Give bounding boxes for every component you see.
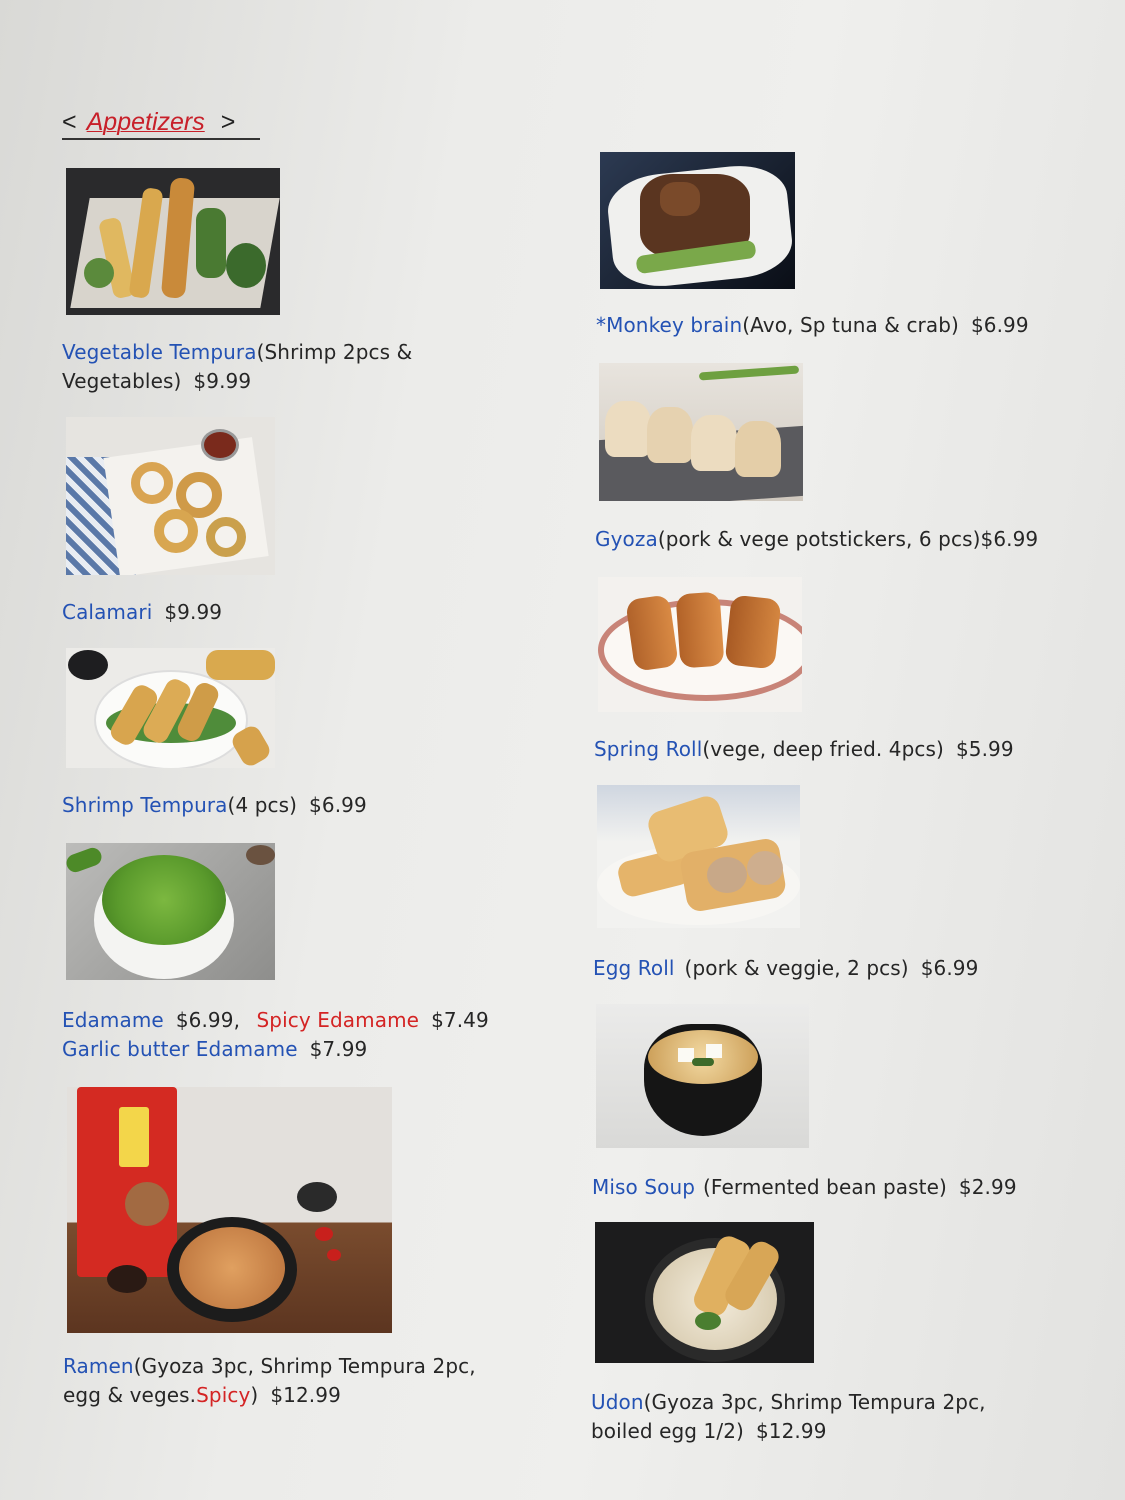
spring-roll-caption: Spring Roll(vege, deep fried. 4pcs) $5.99 xyxy=(594,735,1014,764)
item-description-line2: Vegetables) xyxy=(62,369,182,393)
vegetable-tempura-photo xyxy=(66,168,280,315)
calamari-photo xyxy=(66,417,275,575)
item-description-line2: boiled egg 1/2) xyxy=(591,1419,744,1443)
udon-photo xyxy=(595,1222,814,1363)
item-description-line2: egg & veges. xyxy=(63,1383,197,1407)
item-description: (Avo, Sp tuna & crab) xyxy=(742,313,959,337)
item-name: Gyoza xyxy=(595,527,658,551)
item-name: Shrimp Tempura xyxy=(62,793,228,817)
item-name: Vegetable Tempura xyxy=(62,340,257,364)
item-description: (vege, deep fried. 4pcs) xyxy=(702,737,944,761)
item-name: Egg Roll xyxy=(593,956,675,980)
item-name: Calamari xyxy=(62,600,153,624)
item-description: (Gyoza 3pc, Shrimp Tempura 2pc, xyxy=(643,1390,986,1414)
gyoza-photo xyxy=(599,363,803,501)
garlic-variant-price: $7.99 xyxy=(309,1037,368,1061)
item-name: *Monkey brain xyxy=(596,313,743,337)
ramen-photo xyxy=(67,1087,392,1333)
item-price: $6.99 xyxy=(920,956,979,980)
section-header: < Appetizers > xyxy=(62,106,260,140)
gyoza-caption: Gyoza(pork & vege potstickers, 6 pcs)$6.… xyxy=(595,525,1038,554)
item-description: (pork & vege potstickers, 6 pcs) xyxy=(657,527,981,551)
item-name: Ramen xyxy=(63,1354,134,1378)
item-description: (Gyoza 3pc, Shrimp Tempura 2pc, xyxy=(133,1354,476,1378)
item-price: $9.99 xyxy=(164,600,223,624)
spicy-variant-price: $7.49 xyxy=(431,1008,489,1032)
item-price: $6.99 xyxy=(980,527,1039,551)
egg-roll-photo xyxy=(597,785,800,928)
garlic-variant-name: Garlic butter Edamame xyxy=(62,1037,298,1061)
item-price: $5.99 xyxy=(955,737,1014,761)
item-price: $6.99 xyxy=(309,793,367,817)
item-name: Edamame xyxy=(62,1008,164,1032)
udon-caption: Udon(Gyoza 3pc, Shrimp Tempura 2pc, boil… xyxy=(591,1388,986,1446)
spring-roll-photo xyxy=(598,577,802,712)
item-price: $6.99 xyxy=(970,313,1029,337)
calamari-caption: Calamari $9.99 xyxy=(62,598,222,627)
item-description: (Shrimp 2pcs & xyxy=(256,340,413,364)
item-price: $9.99 xyxy=(193,369,252,393)
egg-roll-caption: Egg Roll (pork & veggie, 2 pcs) $6.99 xyxy=(593,954,978,983)
item-price: $2.99 xyxy=(958,1175,1017,1199)
spicy-variant-name: Spicy Edamame xyxy=(256,1008,420,1032)
edamame-photo xyxy=(66,843,275,980)
item-description: (Fermented bean paste) xyxy=(703,1175,947,1199)
item-name: Miso Soup xyxy=(592,1175,696,1199)
next-arrow[interactable]: > xyxy=(221,106,236,138)
shrimp-tempura-photo xyxy=(66,648,275,768)
shrimp-tempura-caption: Shrimp Tempura(4 pcs) $6.99 xyxy=(62,791,367,820)
miso-soup-caption: Miso Soup (Fermented bean paste) $2.99 xyxy=(592,1173,1017,1202)
item-name: Spring Roll xyxy=(594,737,703,761)
item-price: $12.99 xyxy=(755,1419,827,1443)
vegetable-tempura-caption: Vegetable Tempura(Shrimp 2pcs & Vegetabl… xyxy=(62,338,412,396)
monkey-brain-photo xyxy=(600,152,795,289)
item-description-close: ) xyxy=(250,1383,259,1407)
edamame-caption: Edamame $6.99, Spicy Edamame $7.49 Garlic … xyxy=(62,1006,489,1064)
section-title: Appetizers xyxy=(86,108,205,136)
item-price: $12.99 xyxy=(270,1383,341,1407)
item-description: (4 pcs) xyxy=(227,793,298,817)
monkey-brain-caption: *Monkey brain(Avo, Sp tuna & crab) $6.99 xyxy=(596,311,1029,340)
spicy-tag: Spicy xyxy=(196,1383,251,1407)
miso-soup-photo xyxy=(596,1004,809,1148)
ramen-caption: Ramen(Gyoza 3pc, Shrimp Tempura 2pc, egg… xyxy=(63,1352,476,1410)
item-name: Udon xyxy=(591,1390,644,1414)
previous-arrow[interactable]: < xyxy=(62,106,77,138)
item-price: $6.99, xyxy=(175,1008,241,1032)
item-description: (pork & veggie, 2 pcs) xyxy=(684,956,909,980)
